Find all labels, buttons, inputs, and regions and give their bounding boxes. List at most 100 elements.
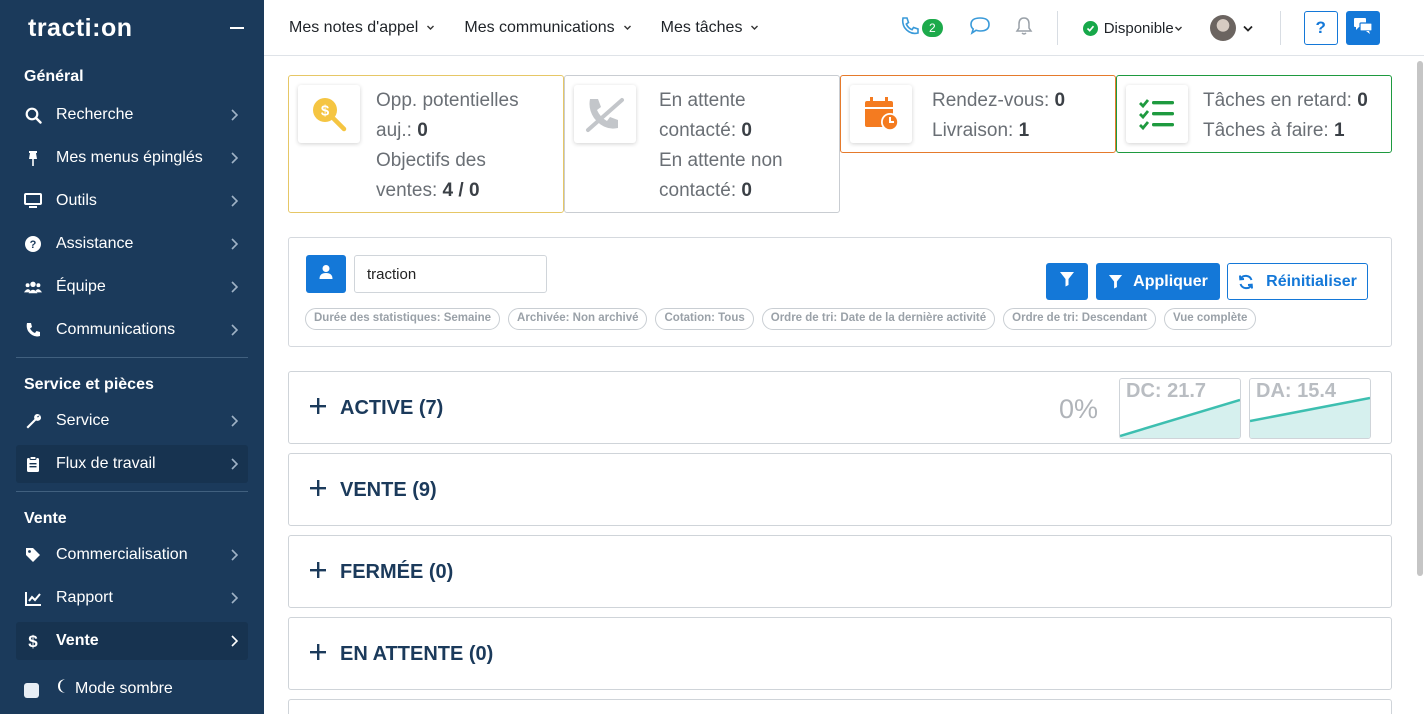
tag-icon — [24, 546, 42, 564]
question-circle-icon: ? — [24, 235, 42, 253]
sidebar-header: tracti:on — [0, 0, 264, 56]
calls-button[interactable]: 2 — [900, 16, 943, 41]
plus-icon[interactable] — [309, 397, 327, 415]
label: Opp. potentielles — [376, 90, 519, 111]
chevron-down-icon — [1174, 26, 1182, 31]
plus-icon[interactable] — [309, 643, 327, 661]
label: Livraison: — [932, 120, 1014, 141]
sidebar-item-vente[interactable]: $ Vente — [16, 622, 248, 660]
sidebar-item-commercialisation[interactable]: Commercialisation — [16, 536, 248, 574]
filter-chips: Durée des statistiques: Semaine Archivée… — [305, 308, 1257, 330]
plus-icon[interactable] — [309, 561, 327, 579]
filter-chip[interactable]: Ordre de tri: Date de la dernière activi… — [761, 308, 996, 330]
filter-chip[interactable]: Vue complète — [1164, 308, 1257, 330]
pin-icon — [24, 149, 42, 167]
dark-mode-checkbox[interactable] — [24, 683, 39, 698]
value: 0 — [741, 120, 752, 141]
plus-icon[interactable] — [309, 479, 327, 497]
chevron-down-icon — [1243, 25, 1253, 32]
scroll-thumb[interactable] — [1417, 61, 1423, 576]
sidebar-item-label: Commercialisation — [56, 546, 188, 563]
clipboard-icon — [24, 455, 42, 473]
label: contacté: — [659, 120, 737, 141]
sidebar-item-label: Service — [56, 412, 110, 429]
chevron-right-icon — [228, 281, 240, 293]
apply-button[interactable]: Appliquer — [1096, 263, 1220, 300]
section-title-vente: Vente — [24, 510, 67, 527]
chat-bubble-icon[interactable] — [969, 16, 991, 41]
card-opportunities-text: Opp. potentielles auj.: 0 Objectifs des … — [376, 86, 519, 206]
filter-chip[interactable]: Archivée: Non archivé — [508, 308, 648, 330]
page-scrollbar[interactable] — [1415, 56, 1424, 714]
filter-chip[interactable]: Ordre de tri: Descendant — [1003, 308, 1156, 330]
filter-button[interactable] — [1046, 263, 1088, 300]
label: En attente — [659, 90, 746, 111]
chevron-right-icon — [228, 152, 240, 164]
menu-notes-appel[interactable]: Mes notes d'appel — [289, 19, 435, 37]
help-button[interactable]: ? — [1303, 11, 1338, 45]
section-active[interactable]: ACTIVE (7) 0% DC: 21.7 DA: 15.4 — [288, 371, 1392, 444]
sidebar-item-label: Flux de travail — [56, 455, 156, 472]
card-appointments[interactable]: Rendez-vous: 0 Livraison: 1 — [840, 75, 1116, 153]
user-filter-button[interactable] — [306, 255, 346, 293]
messages-icon — [1353, 17, 1373, 40]
avatar — [1209, 15, 1236, 41]
conversion-percent: 0% — [1059, 394, 1099, 424]
messages-button[interactable] — [1345, 11, 1380, 45]
sidebar-item-assistance[interactable]: ? Assistance — [16, 225, 248, 263]
filter-chip[interactable]: Durée des statistiques: Semaine — [305, 308, 501, 330]
sidebar-item-outils[interactable]: Outils — [16, 182, 248, 220]
sidebar-item-recherche[interactable]: Recherche — [16, 96, 248, 134]
filter-panel: Appliquer Réinitialiser Durée des statis… — [288, 237, 1392, 347]
card-opportunities[interactable]: $ Opp. potentielles auj.: 0 Objectifs de… — [288, 75, 564, 213]
top-navigation: Mes notes d'appel Mes communications Mes… — [264, 0, 1424, 56]
filter-chip[interactable]: Cotation: Tous — [655, 308, 754, 330]
sidebar-item-rapport[interactable]: Rapport — [16, 579, 248, 617]
sparkline-label: DA: 15.4 — [1256, 380, 1337, 402]
status-dropdown[interactable]: Disponible — [1082, 20, 1183, 37]
sidebar-item-communications[interactable]: Communications — [16, 311, 248, 349]
dollar-icon: $ — [24, 632, 42, 650]
dark-mode-label: Mode sombre — [75, 679, 173, 697]
section-title: ACTIVE (7) — [340, 397, 444, 419]
search-input[interactable] — [354, 255, 547, 293]
label: Rendez-vous: — [932, 90, 1050, 111]
phone-icon — [900, 16, 920, 41]
calendar-clock-icon — [850, 85, 912, 143]
sidebar-item-label: Communications — [56, 321, 176, 338]
label: Tâches à faire: — [1203, 120, 1329, 141]
value: 4 / 0 — [442, 180, 480, 201]
team-icon — [24, 278, 42, 296]
reset-button[interactable]: Réinitialiser — [1227, 263, 1368, 300]
value: 0 — [417, 120, 428, 141]
moon-icon — [55, 678, 69, 699]
sidebar-item-menus-epingles[interactable]: Mes menus épinglés — [16, 139, 248, 177]
menu-label: Mes notes d'appel — [289, 18, 419, 36]
card-pending[interactable]: En attente contacté: 0 En attente non co… — [564, 75, 840, 213]
sparkline-da: DA: 15.4 — [1249, 378, 1371, 439]
sidebar-item-equipe[interactable]: Équipe — [16, 268, 248, 306]
section-fermee[interactable]: FERMÉE (0) — [288, 535, 1392, 608]
label: Tâches en retard: — [1203, 90, 1352, 111]
filter-icon — [1108, 274, 1123, 289]
label: Objectifs des — [376, 150, 486, 171]
checklist-icon — [1126, 85, 1188, 143]
user-menu[interactable] — [1209, 15, 1254, 41]
sidebar-item-service[interactable]: Service — [16, 402, 248, 440]
card-tasks[interactable]: Tâches en retard: 0 Tâches à faire: 1 — [1116, 75, 1392, 153]
sidebar-item-label: Outils — [56, 192, 97, 209]
menu-communications[interactable]: Mes communications — [464, 19, 631, 37]
section-en-attente[interactable]: EN ATTENTE (0) — [288, 617, 1392, 690]
sidebar-item-label: Recherche — [56, 106, 134, 123]
chevron-right-icon — [228, 195, 240, 207]
collapse-sidebar-button[interactable] — [230, 27, 244, 29]
section-vente[interactable]: VENTE (9) — [288, 453, 1392, 526]
sidebar-item-flux-de-travail[interactable]: Flux de travail — [16, 445, 248, 483]
chevron-down-icon — [751, 25, 759, 30]
section-next-partial[interactable] — [288, 699, 1392, 714]
dark-mode-toggle[interactable]: Mode sombre — [24, 678, 173, 699]
menu-taches[interactable]: Mes tâches — [661, 19, 760, 37]
chevron-right-icon — [228, 549, 240, 561]
search-icon — [24, 106, 42, 124]
bell-icon[interactable] — [1015, 16, 1033, 41]
